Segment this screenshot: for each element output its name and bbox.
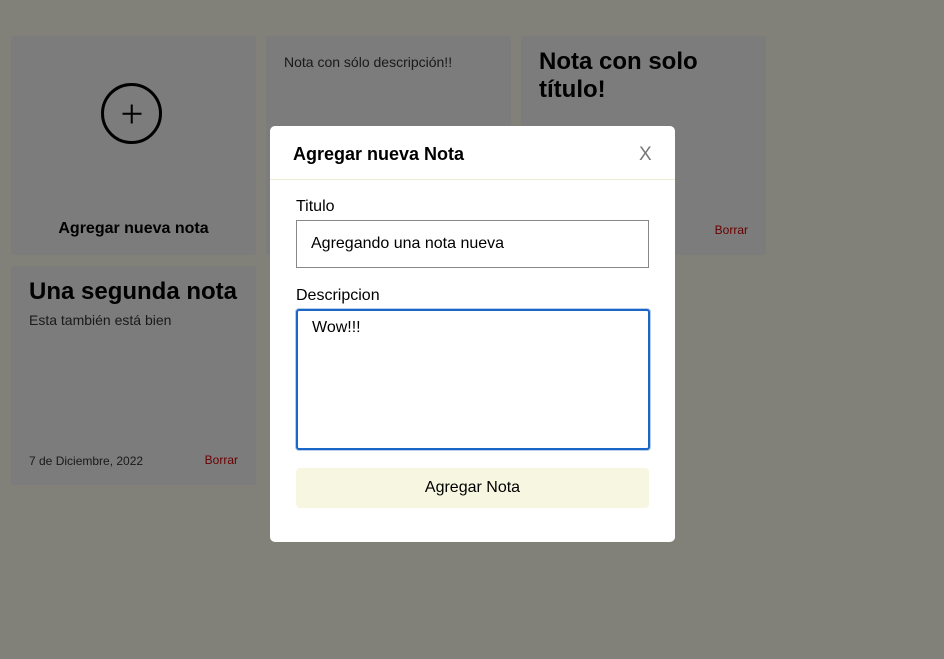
modal-title: Agregar nueva Nota — [293, 144, 465, 164]
title-field-label: Titulo — [296, 198, 335, 215]
add-note-modal: Agregar nueva Nota X Titulo Descripcion … — [270, 126, 675, 542]
modal-header: Agregar nueva Nota X — [270, 126, 675, 180]
title-input[interactable] — [296, 220, 649, 268]
close-button[interactable]: X — [639, 144, 652, 166]
description-field-label: Descripcion — [296, 287, 380, 304]
description-textarea[interactable]: Wow!!! — [296, 309, 650, 450]
add-note-button[interactable]: Agregar Nota — [296, 468, 649, 508]
